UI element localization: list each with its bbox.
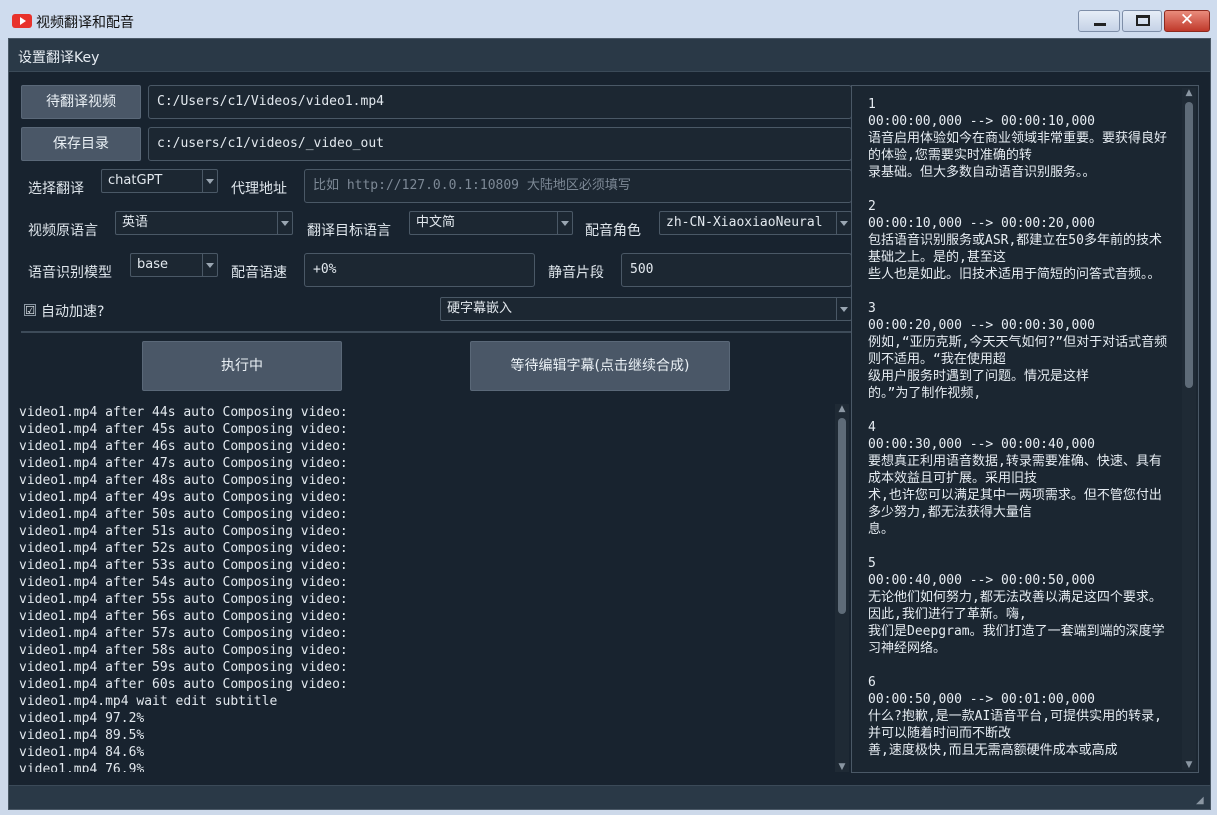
chevron-down-icon [836, 212, 851, 234]
save-dir-button[interactable]: 保存目录 [21, 127, 141, 161]
scroll-down-icon[interactable]: ▼ [1182, 760, 1196, 770]
log-output: video1.mp4 after 44s auto Composing vide… [19, 404, 834, 772]
subtitle-scrollbar[interactable]: ▲ ▼ [1182, 88, 1196, 770]
target-lang-value: 中文简 [416, 215, 456, 230]
select-video-button[interactable]: 待翻译视频 [21, 85, 141, 119]
divider [21, 331, 851, 333]
log-line: video1.mp4 after 46s auto Composing vide… [19, 439, 348, 454]
chevron-down-icon [202, 170, 217, 192]
asr-model-value: base [137, 257, 168, 272]
target-lang-select[interactable]: 中文简 [409, 211, 573, 235]
log-line: video1.mp4 after 54s auto Composing vide… [19, 575, 348, 590]
scroll-down-icon[interactable]: ▼ [835, 762, 849, 772]
log-line: video1.mp4 after 44s auto Composing vide… [19, 405, 348, 420]
log-line: video1.mp4 89.5% [19, 728, 145, 743]
voice-role-value: zh-CN-XiaoxiaoNeural [666, 215, 823, 230]
log-line: video1.mp4 after 52s auto Composing vide… [19, 541, 348, 556]
close-button[interactable]: ✕ [1164, 10, 1210, 32]
chevron-down-icon [202, 254, 217, 276]
log-line: video1.mp4 after 56s auto Composing vide… [19, 609, 348, 624]
log-line: video1.mp4 76.9% [19, 762, 145, 772]
translate-select-value: chatGPT [108, 173, 163, 188]
log-line: video1.mp4 after 60s auto Composing vide… [19, 677, 348, 692]
translate-select[interactable]: chatGPT [101, 169, 218, 193]
log-line: video1.mp4 after 53s auto Composing vide… [19, 558, 348, 573]
log-line: video1.mp4 after 49s auto Composing vide… [19, 490, 348, 505]
window-title: 视频翻译和配音 [36, 15, 134, 31]
scroll-up-icon[interactable]: ▲ [835, 404, 849, 414]
log-line: video1.mp4 after 47s auto Composing vide… [19, 456, 348, 471]
log-line: video1.mp4 after 59s auto Composing vide… [19, 660, 348, 675]
source-lang-value: 英语 [122, 215, 149, 230]
asr-model-select[interactable]: base [130, 253, 218, 277]
status-bar: ◢ [9, 785, 1210, 809]
youtube-logo-icon [12, 14, 32, 28]
log-line: video1.mp4 after 51s auto Composing vide… [19, 524, 348, 539]
run-button[interactable]: 执行中 [142, 341, 342, 391]
minimize-button[interactable] [1078, 10, 1120, 32]
log-line: video1.mp4 after 50s auto Composing vide… [19, 507, 348, 522]
silence-input[interactable]: 500 [621, 253, 852, 287]
target-lang-label: 翻译目标语言 [307, 223, 391, 239]
continue-compose-button[interactable]: 等待编辑字幕(点击继续合成) [470, 341, 730, 391]
chevron-down-icon [277, 212, 292, 234]
subtitle-mode-value: 硬字幕嵌入 [447, 301, 513, 316]
maximize-icon [1136, 15, 1150, 26]
minimize-icon [1094, 23, 1106, 26]
chevron-down-icon [836, 298, 851, 320]
subtitle-editor[interactable]: 1 00:00:00,000 --> 00:00:10,000 语音启用体验如今… [851, 85, 1199, 773]
log-line: video1.mp4 after 57s auto Composing vide… [19, 626, 348, 641]
log-scroll-thumb[interactable] [838, 418, 846, 614]
log-scrollbar[interactable]: ▲ ▼ [835, 404, 849, 772]
log-line: video1.mp4 after 58s auto Composing vide… [19, 643, 348, 658]
source-lang-select[interactable]: 英语 [115, 211, 293, 235]
log-line: video1.mp4 after 48s auto Composing vide… [19, 473, 348, 488]
log-line: video1.mp4 84.6% [19, 745, 145, 760]
close-icon: ✕ [1179, 10, 1195, 30]
log-line: video1.mp4.mp4 wait edit subtitle [19, 694, 278, 709]
menu-bar: 设置翻译Key [9, 39, 1210, 72]
main-window: 设置翻译Key 待翻译视频 C:/Users/c1/Videos/video1.… [8, 38, 1211, 810]
title-bar: 视频翻译和配音 ✕ [0, 0, 1217, 40]
proxy-label: 代理地址 [231, 181, 287, 197]
subtitle-text[interactable]: 1 00:00:00,000 --> 00:00:10,000 语音启用体验如今… [868, 96, 1170, 768]
subtitle-mode-select[interactable]: 硬字幕嵌入 [440, 297, 852, 321]
maximize-button[interactable] [1122, 10, 1162, 32]
proxy-input[interactable]: 比如 http://127.0.0.1:10809 大陆地区必须填写 [304, 169, 852, 203]
resize-grip-icon[interactable]: ◢ [1196, 795, 1206, 806]
silence-label: 静音片段 [548, 265, 604, 281]
asr-model-label: 语音识别模型 [28, 265, 112, 281]
source-lang-label: 视频原语言 [28, 223, 98, 239]
log-line: video1.mp4 after 45s auto Composing vide… [19, 422, 348, 437]
chevron-down-icon [557, 212, 572, 234]
log-line: video1.mp4 after 55s auto Composing vide… [19, 592, 348, 607]
voice-rate-input[interactable]: +0% [304, 253, 535, 287]
auto-speed-label: 自动加速? [41, 304, 105, 320]
translate-label: 选择翻译 [28, 181, 84, 197]
scroll-up-icon[interactable]: ▲ [1182, 88, 1196, 98]
menu-settings-key[interactable]: 设置翻译Key [18, 47, 99, 67]
video-path-field[interactable]: C:/Users/c1/Videos/video1.mp4 [148, 85, 852, 119]
subtitle-scroll-thumb[interactable] [1185, 102, 1193, 388]
save-dir-field[interactable]: c:/users/c1/videos/_video_out [148, 127, 852, 161]
voice-rate-label: 配音语速 [231, 265, 287, 281]
voice-role-label: 配音角色 [585, 223, 641, 239]
log-line: video1.mp4 97.2% [19, 711, 145, 726]
voice-role-select[interactable]: zh-CN-XiaoxiaoNeural [659, 211, 852, 235]
auto-speed-checkbox[interactable]: ☑ [24, 304, 36, 316]
proxy-placeholder: 比如 http://127.0.0.1:10809 大陆地区必须填写 [313, 178, 631, 193]
